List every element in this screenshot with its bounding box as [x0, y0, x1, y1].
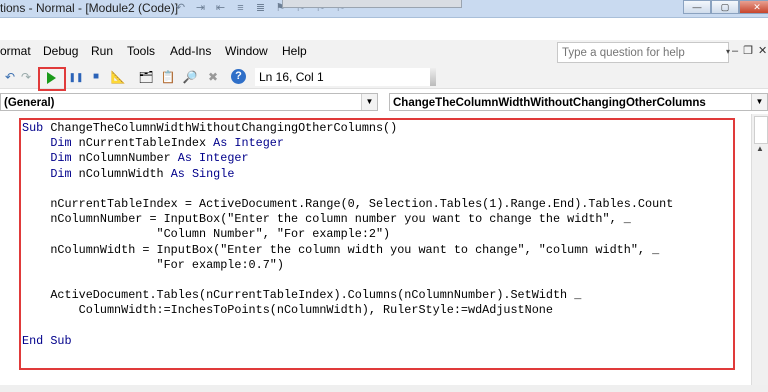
help-dropdown-icon[interactable]: ▾: [726, 47, 730, 56]
project-explorer-icon[interactable]: 🗂: [138, 70, 154, 84]
menu-tools[interactable]: Tools: [127, 44, 155, 58]
reset-icon[interactable]: ■: [88, 70, 104, 84]
close-button[interactable]: ✕: [739, 0, 768, 14]
horizontal-scrollbar[interactable]: [0, 385, 768, 392]
mdi-close-button[interactable]: ✕: [758, 45, 768, 57]
code-window-combos: (General) ▼ ChangeTheColumnWidthWithoutC…: [0, 93, 768, 113]
menu-window[interactable]: Window: [225, 44, 268, 58]
mdi-window-controls: –❐✕: [732, 44, 768, 57]
menu-run[interactable]: Run: [91, 44, 113, 58]
uncomment-icon[interactable]: ≣: [252, 1, 269, 15]
menu-format[interactable]: ormat: [0, 44, 31, 58]
restore-button[interactable]: ▢: [711, 0, 739, 14]
properties-icon[interactable]: 📋: [160, 70, 176, 84]
help-search-box[interactable]: ▾: [557, 42, 730, 63]
undo-icon[interactable]: ↶: [172, 1, 189, 15]
window-title: tions - Normal - [Module2 (Code)]: [0, 1, 179, 15]
scrollbar-thumb[interactable]: [754, 116, 768, 144]
mdi-minimize-button[interactable]: –: [732, 45, 743, 57]
help-icon[interactable]: ?: [231, 69, 246, 84]
redo-icon[interactable]: ↷: [18, 70, 34, 84]
mdi-restore-button[interactable]: ❐: [743, 45, 758, 57]
design-mode-icon[interactable]: 📐: [110, 70, 126, 84]
procedure-combo-arrow-icon[interactable]: ▼: [751, 94, 767, 110]
object-combo-value: (General): [4, 97, 55, 109]
minimize-button[interactable]: —: [683, 0, 711, 14]
break-icon[interactable]: ❚❚: [68, 70, 84, 84]
scroll-arrow-icon[interactable]: ▲: [756, 144, 764, 153]
object-browser-icon[interactable]: 🔎: [182, 70, 198, 84]
object-combo-arrow-icon[interactable]: ▼: [361, 94, 377, 110]
object-combo[interactable]: (General) ▼: [0, 93, 378, 111]
undo-icon[interactable]: ↶: [2, 70, 18, 84]
menu-debug[interactable]: Debug: [43, 44, 78, 58]
toolbar-options-handle[interactable]: [430, 68, 436, 86]
toolbox-icon[interactable]: ✖: [205, 70, 221, 84]
run-sub-icon[interactable]: [47, 72, 56, 84]
procedure-combo[interactable]: ChangeTheColumnWidthWithoutChangingOther…: [389, 93, 768, 111]
title-bar: tions - Normal - [Module2 (Code)] ↶ ⇥ ⇤ …: [0, 0, 768, 18]
window-controls: — ▢ ✕: [683, 0, 768, 14]
cursor-position: Ln 16, Col 1: [255, 68, 435, 86]
indent-icon[interactable]: ⇥: [192, 1, 209, 15]
procedure-combo-value: ChangeTheColumnWidthWithoutChangingOther…: [393, 97, 706, 109]
comment-icon[interactable]: ≡: [232, 1, 249, 15]
code-highlight-box: [19, 118, 735, 370]
outdent-icon[interactable]: ⇤: [212, 1, 229, 15]
menu-add-ins[interactable]: Add-Ins: [170, 44, 211, 58]
menu-help[interactable]: Help: [282, 44, 307, 58]
vertical-scrollbar[interactable]: ▲: [751, 114, 768, 392]
title-overlay: [282, 0, 462, 8]
help-search-input[interactable]: [558, 44, 712, 62]
